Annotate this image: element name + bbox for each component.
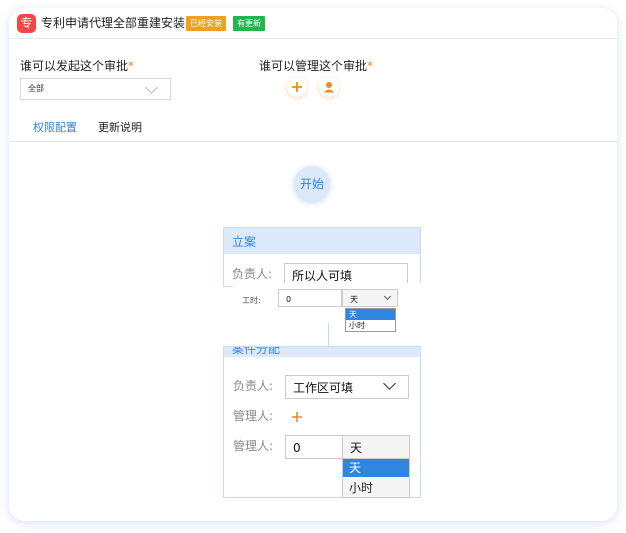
manager-label: 管理人: [233, 409, 274, 423]
app-logo-icon: 专 [17, 14, 36, 33]
node-title: 案件分配 [232, 347, 281, 356]
hours-unit-select[interactable]: 天 [342, 435, 410, 459]
app-title: 专利申请代理全部重建安装 [41, 16, 186, 30]
time-unit-select[interactable]: 天 [342, 289, 398, 307]
tab-permissions[interactable]: 权限配置 [33, 121, 77, 135]
managers-label-text: 谁可以管理这个审批 [259, 59, 368, 73]
chevron-down-icon [145, 81, 158, 94]
add-manager-button[interactable] [287, 77, 307, 97]
installed-badge: 已经安装 [186, 16, 226, 31]
hours-input-value: 0 [293, 441, 301, 455]
main-card: 专 专利申请代理全部重建安装 已经安装 有更新 谁可以发起这个审批* 全部 谁可… [9, 8, 617, 521]
time-unit-options: 天 小时 [345, 308, 396, 332]
option-hour[interactable]: 小时 [343, 479, 409, 497]
hours-unit-value: 天 [350, 441, 363, 455]
managers-label: 谁可以管理这个审批* [259, 58, 373, 74]
chevron-down-icon [383, 377, 396, 390]
owner-select[interactable]: 工作区可填 [285, 375, 409, 399]
chevron-down-icon [383, 292, 392, 301]
node-header: 立案 [224, 228, 420, 254]
option-day[interactable]: 天 [346, 309, 395, 320]
app-header: 专 专利申请代理全部重建安装 已经安装 有更新 [9, 8, 617, 39]
initiators-select-value: 全部 [28, 84, 44, 93]
time-label: 工时: [242, 296, 261, 305]
tab-changelog[interactable]: 更新说明 [98, 121, 142, 135]
owner-select-value: 工作区可填 [293, 381, 354, 395]
required-mark: * [367, 59, 374, 73]
add-manager-button[interactable] [289, 409, 305, 425]
required-mark: * [128, 59, 135, 73]
plus-icon [292, 412, 302, 422]
time-unit-value: 天 [350, 295, 358, 304]
owner-select-value: 所以人可填 [292, 269, 353, 283]
user-icon [323, 82, 335, 93]
option-day[interactable]: 天 [343, 459, 409, 477]
node-header: 案件分配 [224, 347, 420, 357]
tabs-divider [9, 141, 617, 142]
node-title: 立案 [232, 235, 257, 249]
owner-label: 负责人: [232, 267, 273, 281]
plus-icon [292, 82, 302, 92]
initiators-label: 谁可以发起这个审批* [20, 58, 134, 74]
hours-label: 管理人: [233, 439, 274, 453]
flow-node-filing[interactable]: 立案 负责人: 所以人可填 [223, 227, 421, 287]
time-input-value: 0 [286, 295, 292, 304]
hours-input[interactable]: 0 [285, 435, 343, 459]
hours-unit-options: 天 小时 [342, 458, 410, 498]
flow-start-node[interactable]: 开始 [294, 166, 330, 202]
time-editor-popover: 工时: 0 天 天 小时 [233, 283, 423, 332]
option-hour[interactable]: 小时 [346, 320, 395, 331]
update-badge[interactable]: 有更新 [233, 16, 265, 31]
owner-label: 负责人: [233, 379, 274, 393]
initiators-select[interactable]: 全部 [20, 78, 171, 100]
flow-node-assignment[interactable]: 案件分配 负责人: 工作区可填 管理人: 管理人: 0 天 天 小时 [223, 346, 421, 498]
initiators-label-text: 谁可以发起这个审批 [20, 59, 129, 73]
time-input[interactable]: 0 [278, 289, 342, 307]
user-picker-button[interactable] [319, 77, 339, 97]
